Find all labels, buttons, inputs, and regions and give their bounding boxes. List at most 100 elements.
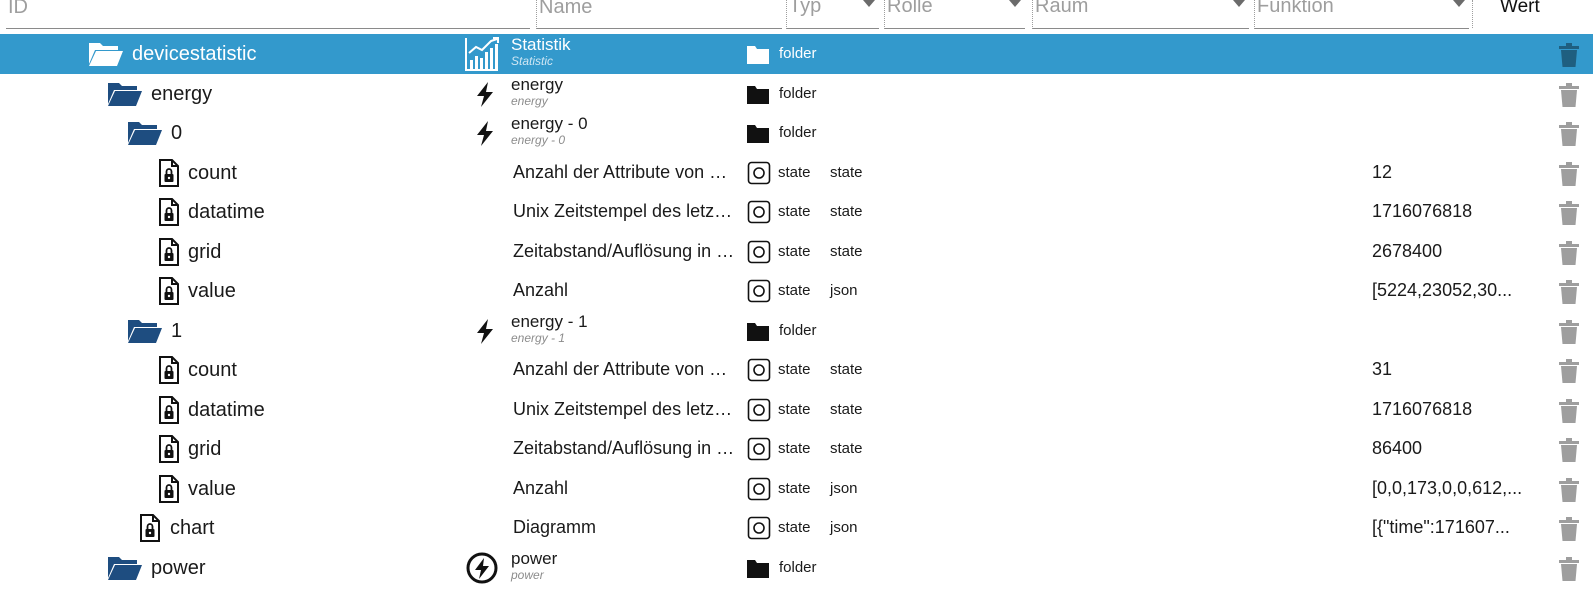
- state-icon[interactable]: [747, 358, 771, 382]
- row-value[interactable]: 12: [1372, 162, 1532, 183]
- row-name-main: power: [511, 548, 558, 568]
- row-role: json: [830, 282, 858, 299]
- row-id: count: [188, 359, 237, 381]
- delete-trash-icon[interactable]: [1558, 43, 1580, 67]
- filter-header: ID Name Typ Rolle Raum Funktion Wert: [0, 0, 1593, 34]
- row-description: Unix Zeitstempel des letzte...: [513, 398, 735, 419]
- row-value[interactable]: [5224,23052,30...: [1372, 280, 1532, 301]
- value-column-header: Wert: [1500, 0, 1540, 17]
- row-name-sub: energy: [511, 93, 548, 108]
- state-icon[interactable]: [747, 240, 771, 264]
- row-value[interactable]: 31: [1372, 359, 1532, 380]
- state-icon[interactable]: [747, 437, 771, 461]
- tree-row[interactable]: grid Zeitabstand/Auflösung in S... state st…: [0, 429, 1593, 469]
- delete-trash-icon[interactable]: [1558, 438, 1580, 462]
- file-lock-icon[interactable]: [157, 237, 181, 266]
- row-id: 0: [171, 122, 183, 144]
- row-type: state: [778, 440, 811, 457]
- delete-trash-icon[interactable]: [1558, 398, 1580, 423]
- row-value[interactable]: [0,0,173,0,0,612,...: [1372, 478, 1532, 499]
- tree-row[interactable]: datatime Unix Zeitstempel des letzte... st…: [0, 390, 1593, 430]
- delete-trash-icon[interactable]: [1558, 201, 1580, 225]
- id-filter-input[interactable]: ID: [6, 0, 530, 29]
- tree-row[interactable]: datatime Unix Zeitstempel des letzte... st…: [0, 192, 1593, 232]
- tree-row[interactable]: power power power folder: [0, 548, 1593, 588]
- folder-icon: [746, 42, 770, 66]
- row-role: state: [830, 163, 863, 181]
- row-value[interactable]: 1716076818: [1372, 399, 1532, 420]
- tree-row[interactable]: grid Zeitabstand/Auflösung in S... state st…: [0, 232, 1593, 272]
- row-description: Anzahl der Attribute von Da...: [513, 161, 735, 182]
- tree-row[interactable]: chart Diagramm state json [{"time":171607...: [0, 508, 1593, 548]
- folder-open-icon[interactable]: [127, 119, 163, 147]
- row-id: value: [188, 280, 236, 302]
- file-lock-icon[interactable]: [157, 356, 181, 384]
- row-type: state: [778, 282, 811, 299]
- row-value[interactable]: [{"time":171607...: [1372, 517, 1532, 538]
- delete-trash-icon[interactable]: [1558, 517, 1580, 541]
- row-value[interactable]: 86400: [1372, 438, 1532, 459]
- state-icon[interactable]: [747, 200, 771, 224]
- file-lock-icon[interactable]: [157, 198, 181, 226]
- folder-open-icon[interactable]: [107, 554, 143, 582]
- folder-icon: [746, 556, 770, 580]
- role-filter-select[interactable]: Rolle: [884, 0, 1025, 29]
- row-role: json: [830, 479, 858, 497]
- row-description: Zeitabstand/Auflösung in S...: [513, 240, 735, 261]
- delete-trash-icon[interactable]: [1558, 477, 1580, 502]
- delete-trash-icon[interactable]: [1558, 280, 1580, 304]
- row-role: state: [830, 242, 863, 260]
- row-value[interactable]: 2678400: [1372, 241, 1532, 262]
- function-filter-select[interactable]: Funktion: [1254, 0, 1469, 29]
- folder-open-icon[interactable]: [127, 317, 163, 345]
- row-type: state: [778, 242, 811, 260]
- tree-row[interactable]: value Anzahl state json [0,0,173,0,0,612,...: [0, 469, 1593, 509]
- row-value[interactable]: 1716076818: [1372, 201, 1532, 222]
- row-name-main: energy: [511, 74, 563, 94]
- tree-row[interactable]: energy energy energy folder: [0, 74, 1593, 114]
- tree-row[interactable]: count Anzahl der Attribute von Da... state…: [0, 153, 1593, 193]
- row-type: folder: [779, 124, 817, 141]
- lightning-icon: [466, 76, 502, 112]
- delete-trash-icon[interactable]: [1558, 240, 1580, 265]
- state-icon[interactable]: [747, 279, 771, 303]
- row-type: folder: [779, 558, 817, 576]
- delete-trash-icon[interactable]: [1558, 122, 1580, 146]
- file-lock-icon[interactable]: [157, 435, 181, 463]
- row-id: chart: [170, 517, 215, 539]
- row-id: power: [151, 556, 206, 579]
- tree-row[interactable]: 1 energy - 1 energy - 1 folder: [0, 311, 1593, 351]
- type-filter-label: Typ: [789, 0, 822, 17]
- delete-trash-icon[interactable]: [1558, 319, 1580, 344]
- folder-open-icon[interactable]: [88, 40, 124, 68]
- delete-trash-icon[interactable]: [1558, 161, 1580, 186]
- state-icon[interactable]: [747, 516, 771, 540]
- row-type: state: [778, 163, 811, 181]
- row-type: state: [778, 479, 811, 497]
- row-name: Statistik Statistic: [511, 36, 571, 67]
- row-description: Zeitabstand/Auflösung in S...: [513, 438, 735, 458]
- tree-row[interactable]: value Anzahl state json [5224,23052,30...: [0, 271, 1593, 311]
- room-filter-select[interactable]: Raum: [1032, 0, 1249, 29]
- file-lock-icon[interactable]: [157, 474, 181, 503]
- delete-trash-icon[interactable]: [1558, 556, 1580, 581]
- tree-row[interactable]: 0 energy - 0 energy - 0 folder: [0, 113, 1593, 153]
- tree-row[interactable]: count Anzahl der Attribute von Da... state…: [0, 350, 1593, 390]
- type-filter-select[interactable]: Typ: [786, 0, 879, 29]
- name-filter-input[interactable]: Name: [536, 0, 782, 29]
- state-icon[interactable]: [747, 398, 771, 422]
- delete-trash-icon[interactable]: [1558, 359, 1580, 383]
- state-icon[interactable]: [747, 161, 771, 185]
- file-lock-icon[interactable]: [138, 514, 162, 542]
- state-icon[interactable]: [747, 477, 771, 501]
- row-role: json: [830, 519, 858, 536]
- row-name-main: energy - 1: [511, 311, 588, 331]
- row-role: state: [830, 361, 863, 378]
- file-lock-icon[interactable]: [157, 277, 181, 305]
- row-role: state: [830, 203, 863, 220]
- delete-trash-icon[interactable]: [1558, 82, 1580, 107]
- file-lock-icon[interactable]: [157, 158, 181, 187]
- folder-open-icon[interactable]: [107, 80, 143, 108]
- file-lock-icon[interactable]: [157, 395, 181, 424]
- tree-row[interactable]: devicestatistic Statistik Statistic folder: [0, 34, 1593, 74]
